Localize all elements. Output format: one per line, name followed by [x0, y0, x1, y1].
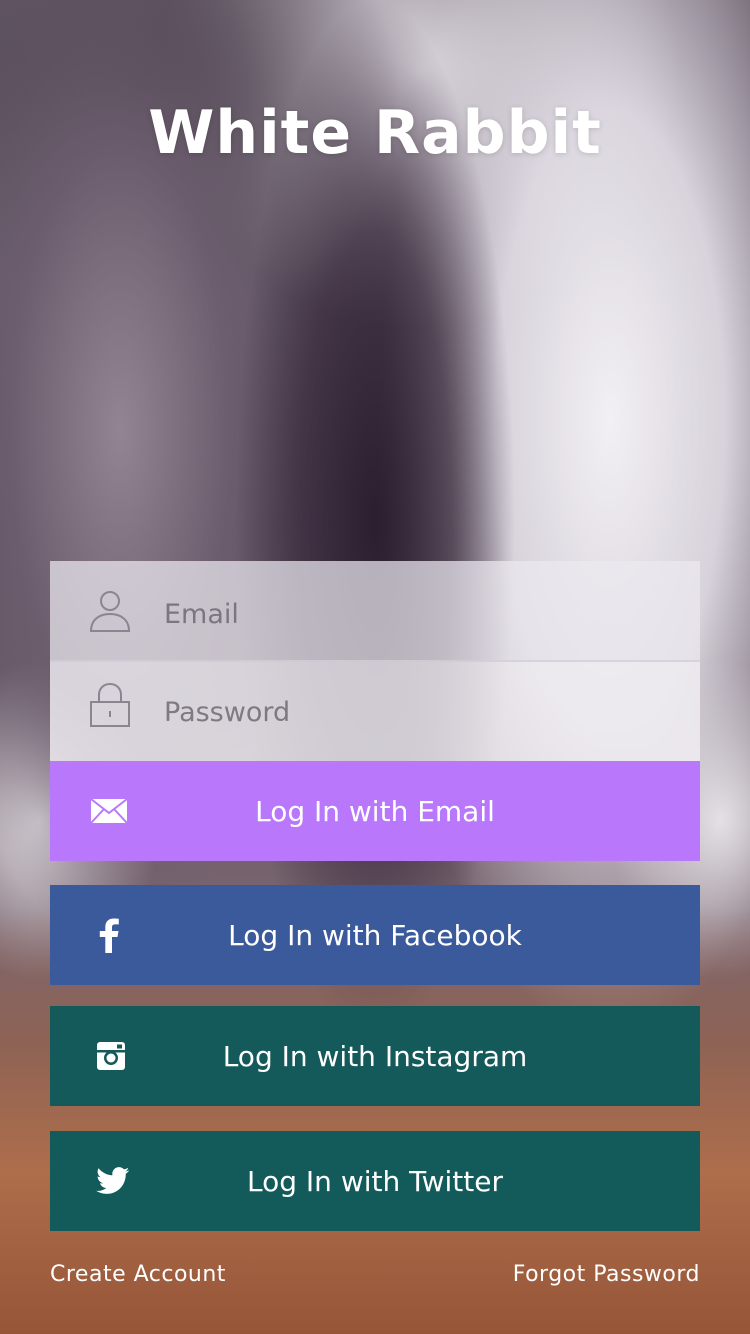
- user-icon: [88, 589, 132, 635]
- forgot-password-link[interactable]: Forgot Password: [513, 1262, 700, 1287]
- login-email-button[interactable]: Log In with Email: [50, 761, 700, 861]
- login-form: [50, 561, 700, 762]
- login-email-label: Log In with Email: [255, 794, 495, 828]
- password-input[interactable]: [164, 662, 664, 762]
- login-screen: White Rabbit Email Log In with Email Log…: [0, 0, 750, 1334]
- email-field-row: [50, 561, 700, 664]
- login-facebook-label: Log In with Facebook: [228, 918, 522, 952]
- login-facebook-button[interactable]: Log In with Facebook: [50, 885, 700, 985]
- lock-icon: [88, 682, 132, 728]
- login-twitter-label: Log In with Twitter: [247, 1164, 503, 1198]
- email-input[interactable]: [164, 561, 664, 664]
- facebook-icon: [98, 917, 120, 953]
- password-field-row: [50, 660, 700, 762]
- envelope-icon: [90, 798, 128, 824]
- twitter-icon: [96, 1167, 130, 1195]
- login-twitter-button[interactable]: Log In with Twitter: [50, 1131, 700, 1231]
- instagram-icon: [96, 1041, 126, 1071]
- login-instagram-label: Log In with Instagram: [222, 1039, 528, 1073]
- app-title: White Rabbit: [148, 98, 602, 168]
- login-instagram-button[interactable]: Log In with Instagram: [50, 1006, 700, 1106]
- create-account-link[interactable]: Create Account: [50, 1262, 226, 1287]
